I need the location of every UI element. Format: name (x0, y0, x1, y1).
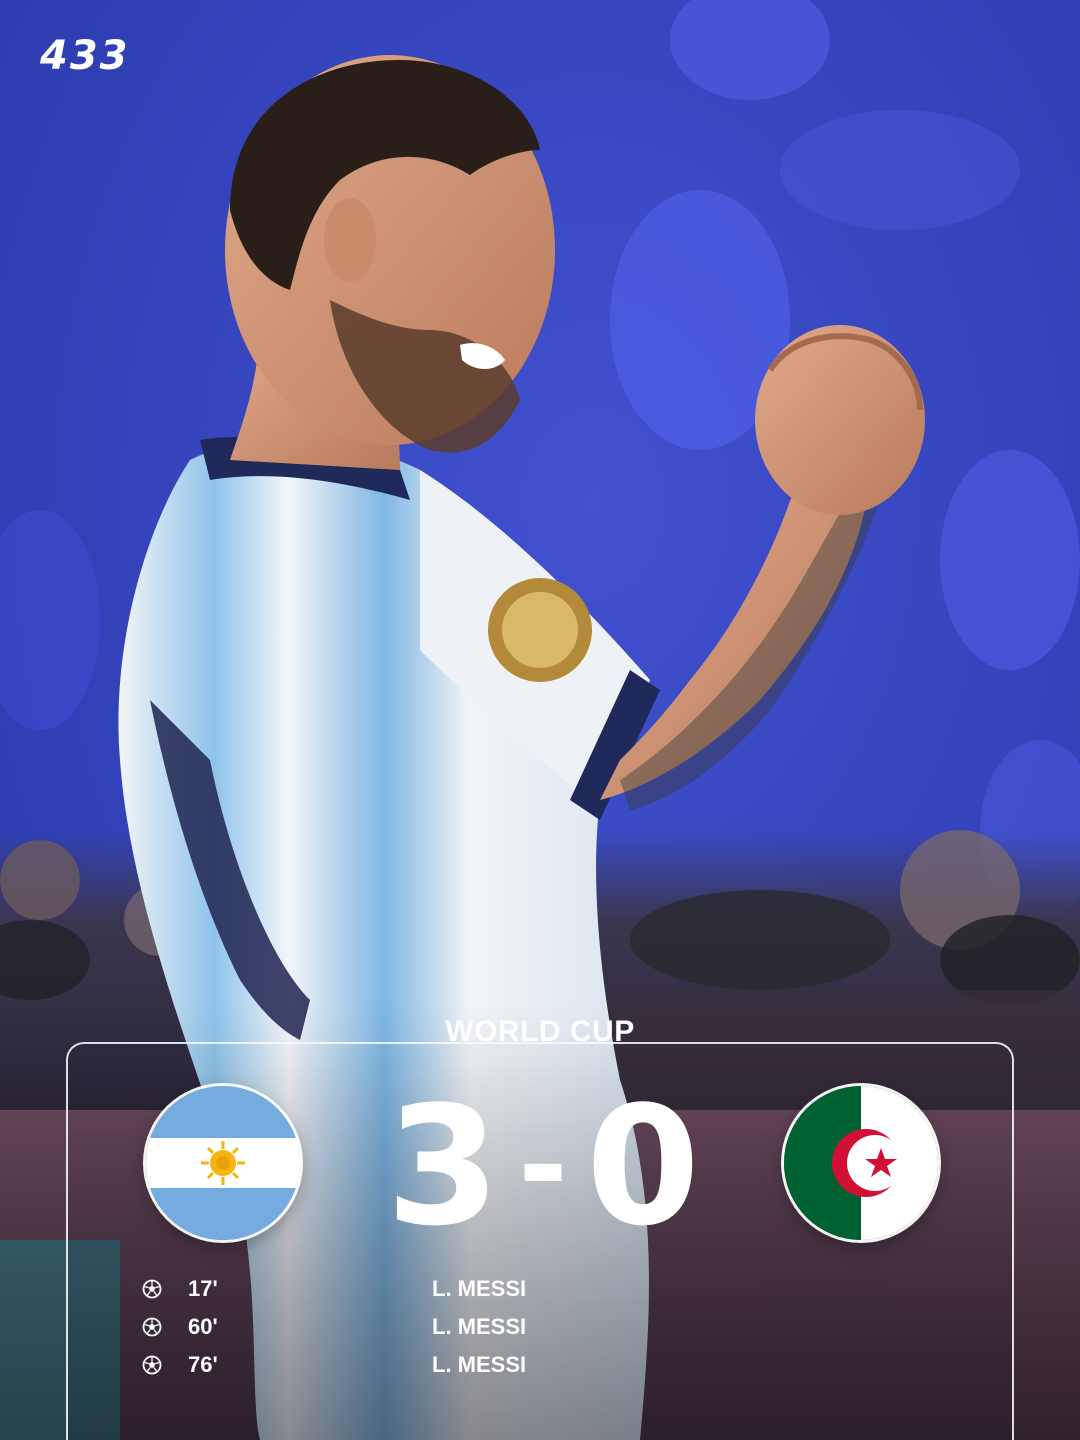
football-icon (142, 1317, 162, 1337)
football-icon (142, 1279, 162, 1299)
argentina-flag-icon (146, 1086, 300, 1240)
goal-row: 17' L. MESSI (140, 1270, 640, 1308)
goal-minute: 76' (188, 1352, 218, 1377)
goal-scorer: L. MESSI (432, 1276, 527, 1301)
score-separator: - (518, 1097, 572, 1236)
goal-row: 76' L. MESSI (140, 1346, 640, 1384)
away-score: 0 (585, 1071, 705, 1262)
goal-minute: 60' (188, 1314, 218, 1339)
football-icon (142, 1355, 162, 1375)
match-result-graphic: 433 WORLD CUP 3 - 0 17' L. MESSI 60' L. … (0, 0, 1080, 1440)
home-score: 3 (385, 1071, 505, 1262)
competition-title: WORLD CUP (445, 1015, 635, 1048)
goal-row: 60' L. MESSI (140, 1308, 640, 1346)
final-score: 3 - 0 (350, 1082, 740, 1252)
goal-scorers-list: 17' L. MESSI 60' L. MESSI 76' L. MESSI (140, 1270, 640, 1384)
brand-logo: 433 (40, 33, 130, 79)
goal-minute: 17' (188, 1276, 218, 1301)
goal-scorer: L. MESSI (432, 1314, 527, 1339)
algeria-flag-icon (784, 1086, 938, 1240)
goal-scorer: L. MESSI (432, 1352, 527, 1377)
